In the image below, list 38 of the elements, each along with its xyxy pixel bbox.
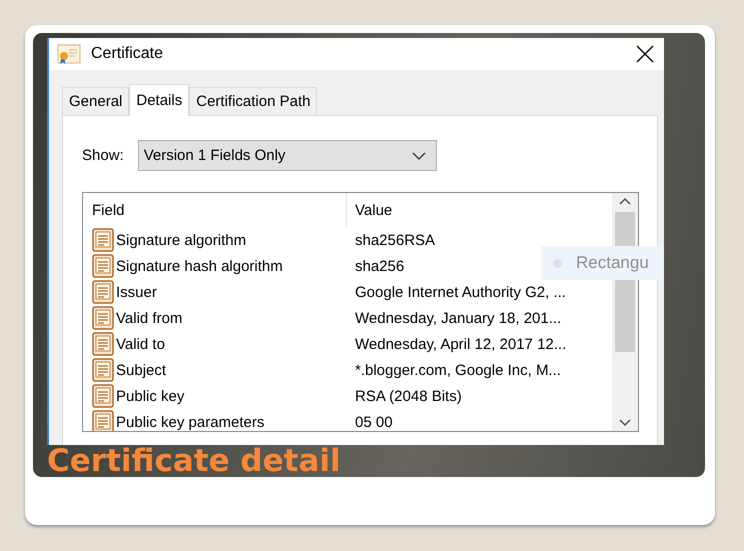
field-name: Public key — [116, 388, 184, 404]
field-icon — [92, 358, 114, 382]
field-value: 05 00 — [355, 414, 393, 430]
tab[interactable]: Details — [129, 84, 190, 116]
field-name: Valid from — [116, 310, 182, 326]
chevron-up-icon — [619, 197, 631, 205]
field-name: Valid to — [116, 336, 165, 352]
field-icon — [92, 228, 114, 252]
show-label: Show: — [82, 147, 124, 164]
field-value: *.blogger.com, Google Inc, M... — [355, 362, 561, 378]
field-icon — [92, 254, 114, 278]
field-name: Signature algorithm — [116, 232, 246, 248]
field-value: RSA (2048 Bits) — [355, 388, 462, 404]
field-value: sha256RSA — [355, 232, 436, 248]
chevron-down-icon — [412, 152, 426, 160]
field-value: Wednesday, April 12, 2017 12... — [355, 336, 566, 352]
faded-tooltip: Rectangu — [541, 246, 664, 280]
field-icon — [92, 384, 114, 408]
field-name: Issuer — [116, 284, 157, 300]
field-name: Public key parameters — [116, 414, 264, 430]
chevron-down-icon — [619, 419, 631, 427]
field-name: Subject — [116, 362, 166, 378]
field-value: sha256 — [355, 258, 404, 274]
close-icon[interactable] — [636, 45, 654, 63]
field-icon — [92, 280, 114, 304]
field-name: Signature hash algorithm — [116, 258, 283, 274]
slide-caption: Certificate detail — [47, 445, 341, 477]
column-header[interactable]: Field — [92, 193, 346, 227]
field-value: Wednesday, January 18, 201... — [355, 310, 562, 326]
field-icon — [92, 410, 114, 431]
tab[interactable]: Certification Path — [189, 87, 318, 115]
tab[interactable]: General — [62, 87, 130, 115]
window-title: Certificate — [91, 45, 164, 63]
field-icon — [92, 306, 114, 330]
show-dropdown[interactable]: Version 1 Fields Only — [138, 140, 437, 171]
certificate-icon — [57, 43, 81, 65]
field-value: Google Internet Authority G2, ... — [355, 284, 566, 300]
field-icon — [92, 332, 114, 356]
